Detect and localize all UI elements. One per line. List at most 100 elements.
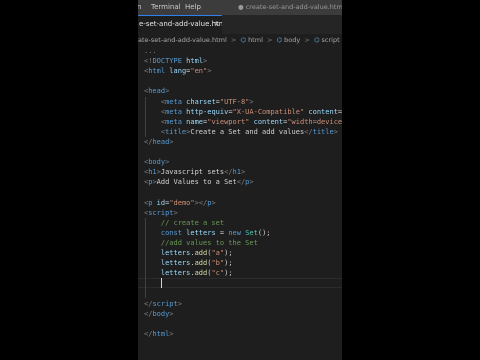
code-token: );	[224, 259, 233, 268]
code-line[interactable]: letters.add("c");	[144, 268, 233, 278]
code-token: h1	[148, 168, 157, 177]
code-token: add	[194, 259, 208, 268]
code-line[interactable]: <script>	[144, 208, 178, 218]
code-line[interactable]: //add values to the Set	[144, 238, 258, 248]
code-token: >	[169, 137, 174, 146]
code-line[interactable]: </html>	[144, 329, 174, 339]
close-icon[interactable]: ×	[214, 16, 220, 33]
code-token: >	[177, 299, 182, 308]
code-line[interactable]: </body>	[144, 309, 174, 319]
code-line[interactable]: letters.add("b");	[144, 258, 233, 268]
code-token: script	[152, 299, 178, 308]
code-token: >	[207, 67, 212, 76]
code-token: name	[186, 117, 204, 126]
editor-tab[interactable]: e-set-and-add-value.html ×	[138, 15, 222, 34]
code-line[interactable]: <html lang="en">	[144, 66, 211, 76]
breadcrumb-separator: >	[304, 36, 310, 44]
code-line[interactable]: ...	[144, 46, 157, 56]
code-token: >	[249, 97, 254, 106]
code-token: >	[333, 127, 338, 136]
code-token: >	[211, 198, 216, 207]
code-token: charset	[186, 97, 216, 106]
code-line[interactable]: <!DOCTYPE html>	[144, 56, 207, 66]
breadcrumb-separator: >	[230, 36, 237, 44]
code-token: ></	[194, 198, 208, 207]
menu-item-terminal[interactable]: Terminal	[151, 0, 181, 15]
breadcrumb-item-body[interactable]: body	[284, 34, 300, 46]
code-line[interactable]: <head>	[144, 86, 169, 96]
code-line[interactable]: <p>Add Values to a Set</p>	[144, 177, 254, 187]
code-line[interactable]: <body>	[144, 157, 169, 167]
code-token: title	[312, 127, 334, 136]
code-token: add	[194, 249, 208, 257]
cube-icon: ⌬	[313, 36, 320, 44]
code-token: content	[308, 107, 338, 116]
code-token: meta	[165, 97, 182, 106]
code-line[interactable]: letters.add("a");	[144, 248, 233, 258]
code-token: >	[165, 87, 170, 96]
code-token: >	[249, 178, 254, 187]
code-token: meta	[165, 107, 182, 116]
code-token: letters	[186, 228, 216, 237]
code-token: letters	[160, 259, 191, 268]
code-token: letters	[160, 249, 191, 257]
code-token: "demo"	[169, 198, 195, 207]
code-token: h1	[232, 168, 241, 177]
code-line[interactable]: // create a set	[144, 218, 224, 228]
code-token: </	[224, 168, 233, 177]
code-token: body	[152, 309, 170, 318]
tab-filename: e-set-and-add-value.html	[139, 20, 222, 28]
code-token: );	[224, 269, 233, 278]
code-token: "viewport"	[207, 117, 250, 126]
code-token: >	[169, 329, 174, 338]
code-line[interactable]: <meta name="viewport" content="width=dev…	[144, 117, 342, 127]
code-token: ();	[257, 228, 271, 237]
code-line[interactable]: <meta charset="UTF-8">	[144, 97, 254, 107]
code-token: "UTF-8"	[219, 97, 250, 106]
code-line[interactable]	[144, 278, 161, 288]
code-token: head	[152, 137, 170, 146]
code-token: >	[203, 57, 208, 66]
breadcrumb-item-html[interactable]: html	[248, 34, 263, 46]
menu-bar: ln Terminal Help ● create-set-and-add-va…	[138, 0, 342, 15]
code-line[interactable]: <title>Create a Set and add values</titl…	[144, 127, 338, 137]
code-token: title	[165, 127, 187, 136]
code-token: >	[165, 158, 170, 167]
menu-item-help[interactable]: Help	[185, 0, 201, 15]
breadcrumb-separator: >	[266, 36, 273, 44]
code-token: html	[148, 67, 166, 76]
code-line[interactable]: <meta http-equiv="X-UA-Compatible" conte…	[144, 107, 342, 117]
breadcrumb-item-script[interactable]: script	[322, 34, 340, 46]
cube-icon: ⌬	[276, 36, 283, 44]
code-editor[interactable]: ... <!DOCTYPE html> <html lang="en"> <head>…	[138, 46, 342, 360]
code-line[interactable]: <h1>Javascript sets</h1>	[144, 167, 245, 177]
tab-bar: e-set-and-add-value.html ×	[138, 15, 342, 34]
code-token: http-equiv	[186, 107, 229, 116]
breadcrumb-file[interactable]: ate-set-and-add-value.html	[138, 34, 227, 46]
code-token: >	[169, 309, 174, 318]
code-token: html	[186, 57, 204, 66]
menu-item-run[interactable]: ln	[138, 0, 141, 15]
code-line[interactable]: </script>	[144, 299, 182, 309]
code-line[interactable]: <p id="demo"></p>	[144, 198, 216, 208]
code-line[interactable]: const letters = new Set();	[144, 228, 271, 238]
code-token: lang	[169, 67, 187, 76]
code-token: body	[148, 158, 166, 167]
code-token: Javascript sets	[160, 168, 225, 177]
code-token: "c"	[211, 269, 225, 278]
code-line[interactable]: </head>	[144, 137, 174, 147]
code-token: "width=device-wi	[287, 117, 342, 126]
code-token: // create a set	[160, 218, 225, 227]
code-token: DOCTYPE	[152, 57, 182, 66]
code-token: </	[236, 178, 246, 187]
cube-icon: ⌬	[240, 36, 247, 44]
editor-window: ln Terminal Help ● create-set-and-add-va…	[138, 0, 342, 360]
